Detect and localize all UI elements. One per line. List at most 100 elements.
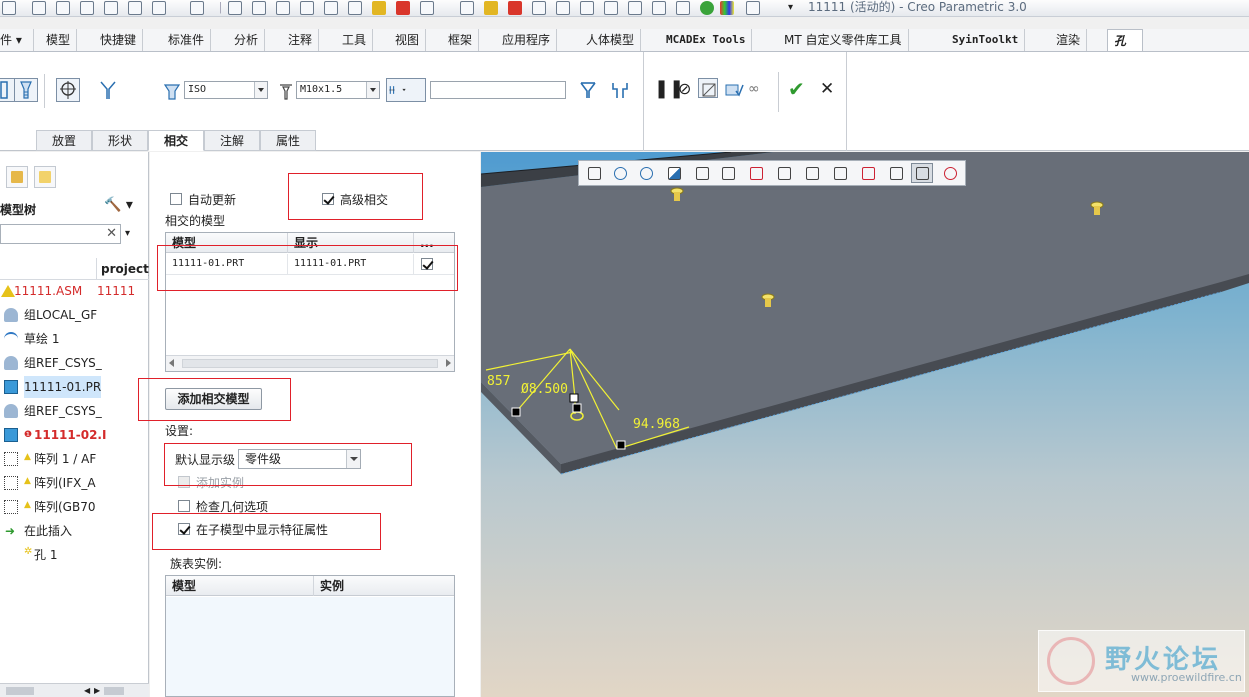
favorites-icon[interactable] — [34, 166, 56, 188]
edit-icon[interactable] — [532, 1, 546, 15]
tree-row-part-02[interactable]: 11111-02.I ❶ — [0, 424, 149, 446]
include-model-checkbox[interactable] — [421, 258, 433, 270]
datum-points-icon[interactable] — [829, 163, 851, 183]
tree-horizontal-scrollbar[interactable]: ◀ ▶ — [0, 683, 149, 697]
glasses-icon[interactable]: ∞ — [748, 80, 760, 98]
tab-render[interactable]: 渲染 — [1050, 29, 1088, 52]
tab-view[interactable]: 视图 — [389, 29, 427, 52]
table-icon[interactable] — [300, 1, 314, 15]
text-icon[interactable] — [348, 1, 362, 15]
screw-size-select[interactable]: M10x1.5 — [296, 81, 380, 99]
close-red-icon[interactable] — [508, 1, 522, 15]
verify-icon[interactable] — [722, 78, 744, 98]
open-file-icon[interactable] — [32, 1, 46, 15]
annotations-display-icon[interactable] — [885, 163, 907, 183]
tab-mt-custom-library[interactable]: MT 自定义零件库工具 — [778, 29, 909, 52]
zoom-out-icon[interactable] — [635, 163, 657, 183]
repaint-icon[interactable] — [663, 163, 685, 183]
chevron-down-icon[interactable]: ▾ — [125, 228, 130, 239]
tab-hole[interactable]: 孔 — [1107, 29, 1143, 52]
add-instance-checkbox[interactable] — [178, 476, 190, 488]
countersink-icon[interactable] — [96, 78, 120, 102]
chevron-down-icon[interactable] — [366, 82, 379, 98]
export-icon[interactable] — [604, 1, 618, 15]
subtab-intersect[interactable]: 相交 — [148, 130, 204, 151]
table-horizontal-scrollbar[interactable] — [166, 355, 454, 371]
color-palette-icon[interactable] — [720, 1, 734, 15]
check-geometry-checkbox[interactable] — [178, 500, 190, 512]
clear-search-icon[interactable]: ✕ — [106, 226, 117, 241]
chevron-down-icon[interactable] — [346, 450, 360, 468]
tool-icon[interactable] — [252, 1, 266, 15]
new-file-icon[interactable] — [2, 1, 16, 15]
undo-icon[interactable] — [152, 1, 166, 15]
customize-dropdown-icon[interactable]: ▾ — [788, 1, 798, 15]
datum-axes-icon[interactable] — [801, 163, 823, 183]
no-preview-icon[interactable]: ⊘ — [678, 80, 691, 98]
tree-row-sketch[interactable]: 草绘 1 — [0, 328, 149, 350]
target-icon[interactable] — [396, 1, 410, 15]
tab-annotate[interactable]: 注释 — [282, 29, 320, 52]
confirm-check-icon[interactable]: ✔ — [788, 79, 805, 99]
tab-analysis[interactable]: 分析 — [228, 29, 266, 52]
subtab-placement[interactable]: 放置 — [36, 130, 92, 151]
table-row[interactable]: 11111-01.PRT 11111-01.PRT — [166, 254, 454, 275]
depth-value-input[interactable] — [430, 81, 566, 99]
zoom-in-icon[interactable] — [609, 163, 631, 183]
tab-file[interactable]: 件 ▾ — [0, 29, 34, 52]
measure-icon[interactable] — [676, 1, 690, 15]
chevron-down-icon[interactable] — [254, 82, 267, 98]
column-instance[interactable]: 实例 — [314, 576, 454, 596]
link-icon[interactable] — [652, 1, 666, 15]
tree-search-input[interactable]: ✕ — [0, 224, 121, 244]
tree-settings-icon[interactable]: 🔨 ▾ — [104, 197, 133, 213]
column-model[interactable]: 模型 — [166, 576, 314, 596]
thread-standard-select[interactable]: ISO — [184, 81, 268, 99]
default-display-level-select[interactable]: 零件级 — [238, 449, 361, 469]
counterbore-icon[interactable] — [608, 78, 632, 102]
spin-center-icon[interactable] — [911, 163, 933, 183]
family-instances-table[interactable]: 模型 实例 — [165, 575, 455, 697]
intersected-models-table[interactable]: 模型 显示 ... 11111-01.PRT 11111-01.PRT — [165, 232, 455, 372]
transfer-icon[interactable] — [628, 1, 642, 15]
subtab-shape[interactable]: 形状 — [92, 130, 148, 151]
saved-views-icon[interactable] — [717, 163, 739, 183]
grid-icon[interactable] — [556, 1, 570, 15]
tree-row-pattern-ifx[interactable]: 阵列(IFX_A ▲ — [0, 472, 149, 494]
coordinate-systems-icon[interactable] — [857, 163, 879, 183]
graphics-viewport[interactable]: 857 Ø8.500 94.968 野火论坛 www.proewildfire.… — [481, 152, 1249, 697]
copy-icon[interactable] — [420, 1, 434, 15]
settings-gear-icon[interactable] — [372, 1, 386, 15]
tree-row-assembly[interactable]: 11111.ASM 11111 — [0, 280, 149, 302]
standard-hole-icon[interactable] — [14, 78, 38, 102]
tap-icon[interactable] — [56, 78, 80, 102]
datum-planes-icon[interactable] — [773, 163, 795, 183]
tab-model[interactable]: 模型 — [40, 29, 78, 52]
tab-framework[interactable]: 框架 — [442, 29, 480, 52]
tab-applications[interactable]: 应用程序 — [496, 29, 558, 52]
tab-human-model[interactable]: 人体模型 — [580, 29, 642, 52]
redo-icon[interactable] — [190, 1, 204, 15]
display-style-icon[interactable] — [691, 163, 713, 183]
folder-tree-icon[interactable] — [6, 166, 28, 188]
subtab-properties[interactable]: 属性 — [260, 130, 316, 151]
depth-option-icon[interactable] — [386, 78, 426, 102]
regenerate-icon[interactable] — [228, 1, 242, 15]
tab-standard-parts[interactable]: 标准件 — [162, 29, 212, 52]
auto-update-checkbox[interactable] — [170, 193, 182, 205]
view-manager-icon[interactable] — [745, 163, 767, 183]
save-copy-icon[interactable] — [80, 1, 94, 15]
flip-side-icon[interactable] — [576, 78, 600, 102]
save-icon[interactable] — [56, 1, 70, 15]
subtab-note[interactable]: 注解 — [204, 130, 260, 151]
tree-row-group-ref-csys-2[interactable]: 组REF_CSYS_ — [0, 400, 149, 422]
window-icon[interactable] — [128, 1, 142, 15]
delete-icon[interactable] — [460, 1, 474, 15]
preview-icon[interactable] — [698, 78, 718, 98]
package-icon[interactable] — [484, 1, 498, 15]
tab-syintoolkt[interactable]: SyinToolkt — [946, 29, 1026, 52]
column-more[interactable]: ... — [414, 233, 454, 253]
column-model[interactable]: 模型 — [166, 233, 288, 253]
advanced-intersect-checkbox[interactable] — [322, 193, 334, 205]
tab-shortcuts[interactable]: 快捷键 — [94, 29, 144, 52]
